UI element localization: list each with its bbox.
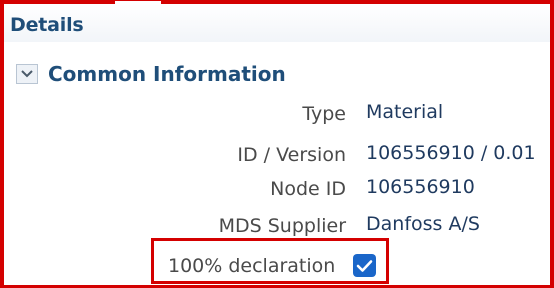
field-value-mds-supplier: Danfoss A/S: [366, 213, 480, 235]
field-label-type: Type: [302, 103, 346, 125]
field-value-type: Material: [366, 101, 444, 123]
field-value-id-version: 106556910 / 0.01: [366, 142, 536, 164]
section-toggle-button[interactable]: [16, 64, 38, 84]
declaration-label: 100% declaration: [168, 255, 336, 277]
field-value-node-id: 106556910: [366, 176, 475, 198]
declaration-checkbox[interactable]: [353, 254, 376, 277]
panel-title: Details: [10, 14, 84, 36]
chevron-down-icon: [21, 70, 33, 78]
field-label-node-id: Node ID: [270, 178, 346, 200]
field-label-mds-supplier: MDS Supplier: [218, 215, 346, 237]
section-title[interactable]: Common Information: [48, 62, 286, 86]
details-header: [4, 4, 550, 42]
field-label-id-version: ID / Version: [237, 144, 346, 166]
checkmark-icon: [356, 259, 373, 272]
